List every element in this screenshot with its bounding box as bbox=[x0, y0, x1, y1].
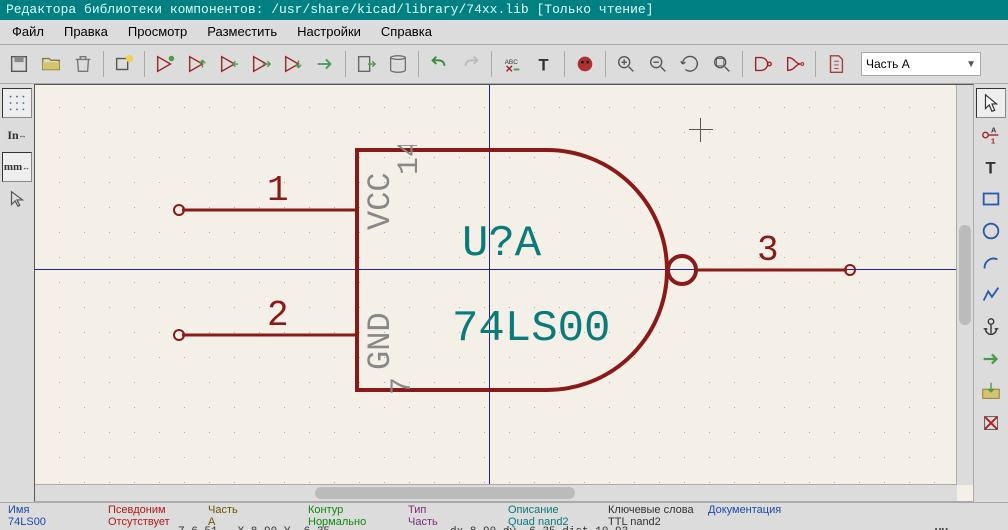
text-tool-button[interactable]: T bbox=[529, 49, 559, 79]
status-column: ОписаниеQuad nand2 bbox=[508, 504, 608, 528]
rectangle-tool-button[interactable] bbox=[976, 184, 1006, 214]
component-reference: U?A bbox=[462, 219, 542, 269]
zoom-out-button[interactable] bbox=[643, 49, 673, 79]
cursor-shape-button[interactable] bbox=[2, 184, 32, 214]
circle-tool-button[interactable] bbox=[976, 216, 1006, 246]
status-dxy: dx 8,90 dy -6,35 dist 10,93 bbox=[450, 526, 628, 530]
datasheet-button[interactable] bbox=[821, 49, 851, 79]
gnd-label: GND bbox=[362, 312, 399, 370]
zoom-in-button[interactable] bbox=[611, 49, 641, 79]
status-column: ПсевдонимОтсутствует bbox=[108, 504, 208, 528]
svg-text:A: A bbox=[991, 125, 997, 134]
redo-button[interactable] bbox=[456, 49, 486, 79]
export-graphics-button[interactable] bbox=[976, 376, 1006, 406]
status-column: ТипЧасть bbox=[408, 504, 508, 528]
svg-text:T: T bbox=[539, 56, 549, 74]
grid-toggle-button[interactable] bbox=[2, 88, 32, 118]
left-toolbar: In↔ mm↔ bbox=[0, 84, 34, 502]
status-label: Контур bbox=[308, 504, 408, 516]
part-selector[interactable]: Часть A ▼ bbox=[861, 52, 981, 76]
pin3-number: 3 bbox=[757, 230, 779, 271]
status-label: Документация bbox=[708, 504, 808, 516]
status-zoom: Z 6,51 bbox=[178, 526, 218, 530]
status-column: Имя74LS00 bbox=[8, 504, 108, 528]
export-button[interactable] bbox=[351, 49, 381, 79]
status-label: Тип bbox=[408, 504, 508, 516]
status-label: Описание bbox=[508, 504, 608, 516]
status-unit: мм bbox=[935, 526, 948, 530]
demorgan-normal-button[interactable] bbox=[748, 49, 778, 79]
vertical-scrollbar[interactable] bbox=[956, 85, 973, 485]
new-component-button[interactable] bbox=[109, 49, 139, 79]
menu-settings[interactable]: Настройки bbox=[289, 22, 369, 42]
pin2-number: 2 bbox=[267, 295, 289, 336]
arc-tool-button[interactable] bbox=[976, 248, 1006, 278]
svg-text:T: T bbox=[986, 159, 996, 177]
delete-button[interactable] bbox=[68, 49, 98, 79]
zoom-fit-button[interactable] bbox=[707, 49, 737, 79]
undo-button[interactable] bbox=[424, 49, 454, 79]
op-amp-prev-icon[interactable] bbox=[214, 49, 244, 79]
part-selector-value: Часть A bbox=[866, 57, 910, 71]
dropdown-arrow-icon: ▼ bbox=[966, 59, 976, 70]
component-value: 74LS00 bbox=[452, 304, 610, 354]
units-mm-button[interactable]: mm↔ bbox=[2, 152, 32, 182]
open-library-button[interactable] bbox=[36, 49, 66, 79]
status-label: Имя bbox=[8, 504, 108, 516]
properties-button[interactable]: ABC bbox=[497, 49, 527, 79]
delete-tool-button[interactable] bbox=[976, 408, 1006, 438]
menu-file[interactable]: Файл bbox=[4, 22, 52, 42]
pin-tool-button[interactable]: A1 bbox=[976, 120, 1006, 150]
pin1-number: 1 bbox=[267, 170, 289, 211]
menu-place[interactable]: Разместить bbox=[199, 22, 285, 42]
op-amp-load-icon[interactable] bbox=[182, 49, 212, 79]
vcc-label: VCC bbox=[362, 172, 399, 230]
op-amp-save-icon[interactable] bbox=[278, 49, 308, 79]
status-column: Документация bbox=[708, 504, 808, 528]
status-xy: X 8,90 Y -6,35 bbox=[238, 526, 330, 530]
op-amp-next-icon[interactable] bbox=[246, 49, 276, 79]
horizontal-scrollbar[interactable] bbox=[35, 484, 957, 501]
units-inch-button[interactable]: In↔ bbox=[2, 120, 32, 150]
erc-button[interactable] bbox=[570, 49, 600, 79]
polyline-tool-button[interactable] bbox=[976, 280, 1006, 310]
svg-text:1: 1 bbox=[991, 136, 995, 145]
import-button[interactable] bbox=[310, 49, 340, 79]
menu-edit[interactable]: Правка bbox=[56, 22, 116, 42]
vcc-pin-number: 14 bbox=[393, 145, 427, 175]
status-column: ЧастьA bbox=[208, 504, 308, 528]
anchor-tool-button[interactable] bbox=[976, 312, 1006, 342]
zoom-redraw-button[interactable] bbox=[675, 49, 705, 79]
status-label: Псевдоним bbox=[108, 504, 208, 516]
svg-text:ABC: ABC bbox=[505, 59, 519, 66]
right-toolbar: A1 T bbox=[974, 84, 1008, 502]
gnd-pin-number: 7 bbox=[386, 377, 420, 395]
library-button[interactable] bbox=[383, 49, 413, 79]
menu-bar: Файл Правка Просмотр Разместить Настройк… bbox=[0, 20, 1008, 45]
select-tool-button[interactable] bbox=[976, 88, 1006, 118]
menu-view[interactable]: Просмотр bbox=[120, 22, 195, 42]
window-titlebar: Редактора библиотеки компонентов: /usr/s… bbox=[0, 0, 1008, 20]
menu-help[interactable]: Справка bbox=[373, 22, 440, 42]
status-column: Ключевые словаTTL nand2 bbox=[608, 504, 708, 528]
status-column: КонтурНормально bbox=[308, 504, 408, 528]
editor-canvas[interactable]: 1 2 3 VCC 14 GND 7 U?A 74LS00 bbox=[34, 84, 974, 502]
status-label: Ключевые слова bbox=[608, 504, 708, 516]
op-amp-new-icon[interactable] bbox=[150, 49, 180, 79]
import-graphics-button[interactable] bbox=[976, 344, 1006, 374]
main-toolbar: ABC T Часть A ▼ bbox=[0, 45, 1008, 84]
component-symbol: 1 2 3 VCC 14 GND 7 U?A 74LS00 bbox=[127, 145, 897, 425]
save-library-button[interactable] bbox=[4, 49, 34, 79]
demorgan-alt-button[interactable] bbox=[780, 49, 810, 79]
status-label: Часть bbox=[208, 504, 308, 516]
text-tool-button-right[interactable]: T bbox=[976, 152, 1006, 182]
status-bar: Имя74LS00ПсевдонимОтсутствуетЧастьAКонту… bbox=[0, 502, 1008, 530]
